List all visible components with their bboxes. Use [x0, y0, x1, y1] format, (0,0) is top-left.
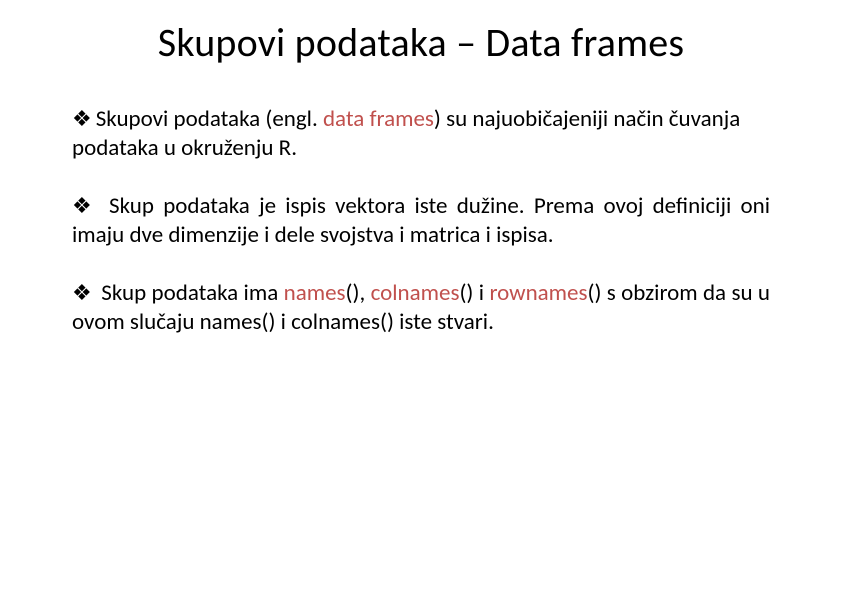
bullet-3-accent-rownames: rownames — [489, 279, 587, 307]
bullet-3-accent-colnames: colnames — [371, 279, 460, 307]
bullet-item-1: ❖Skupovi podataka (engl. data frames) su… — [72, 105, 770, 164]
bullet-3-text-a: Skup podataka ima — [96, 279, 284, 307]
slide-title: Skupovi podataka – Data frames — [72, 18, 770, 67]
bullet-3-text-c: () i — [459, 279, 489, 307]
diamond-bullet-icon: ❖ — [72, 192, 96, 219]
bullet-2-text: Skup podataka je ispis vektora iste duži… — [72, 192, 770, 249]
bullet-3-text-b: (), — [346, 279, 371, 307]
diamond-bullet-icon: ❖ — [72, 105, 92, 132]
bullet-1-accent: data frames — [323, 105, 434, 133]
bullet-3-accent-names: names — [284, 279, 346, 307]
bullet-1-text-a: Skupovi podataka (engl. — [96, 105, 323, 133]
diamond-bullet-icon: ❖ — [72, 279, 92, 306]
bullet-item-2: ❖ Skup podataka je ispis vektora iste du… — [72, 192, 770, 251]
bullet-item-3: ❖ Skup podataka ima names(), colnames() … — [72, 279, 770, 338]
slide: Skupovi podataka – Data frames ❖Skupovi … — [0, 0, 842, 595]
